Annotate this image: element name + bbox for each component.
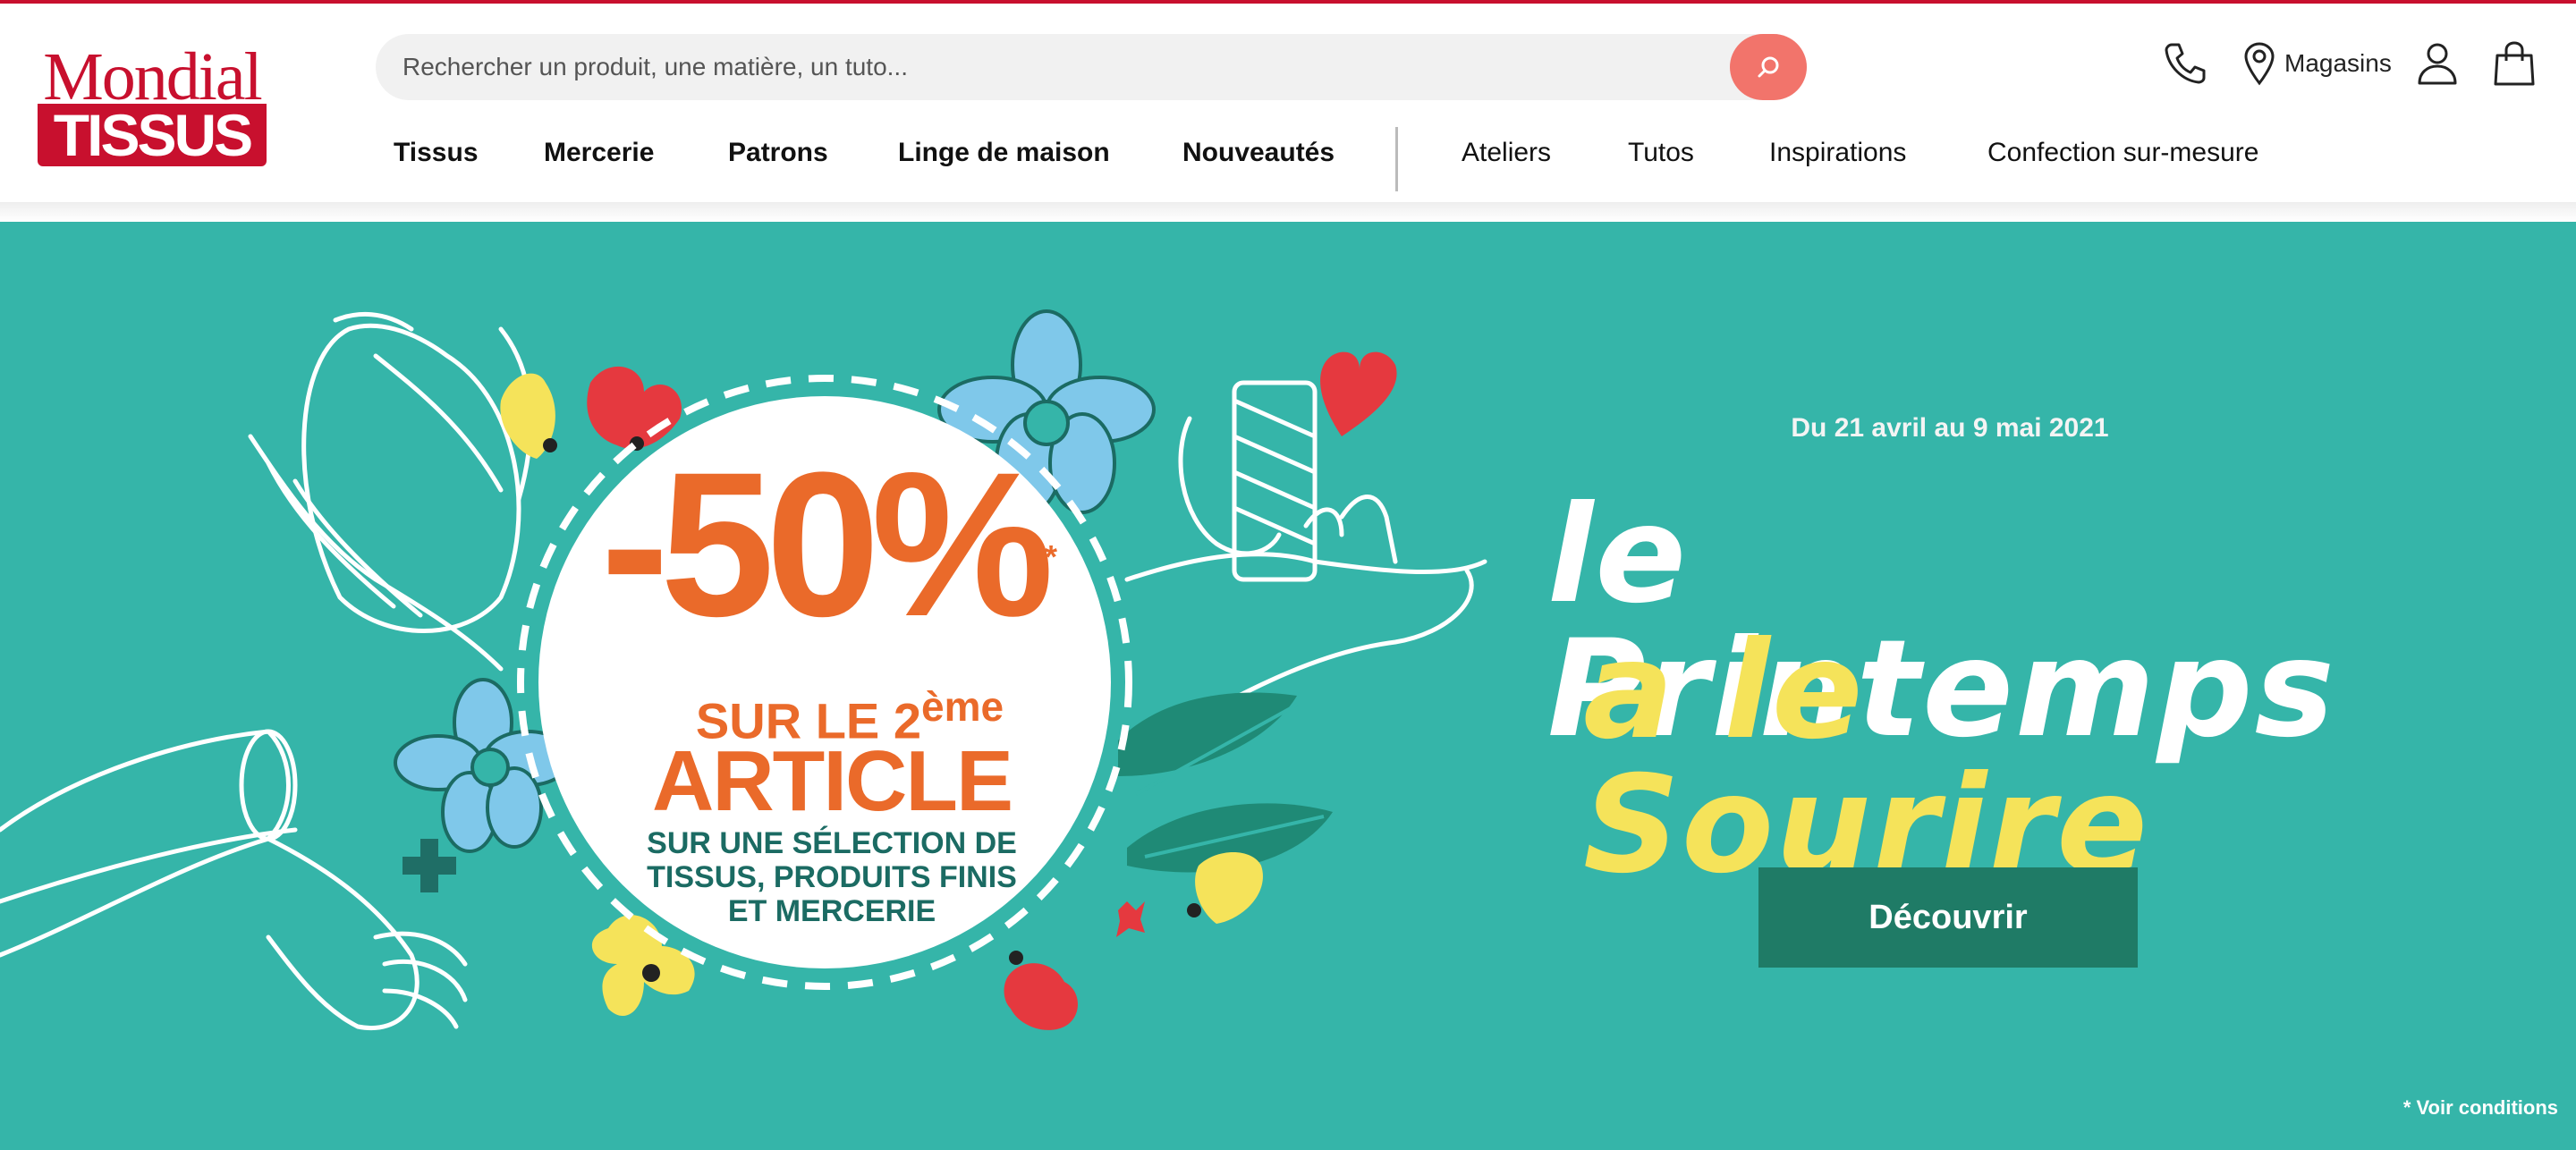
discount-percent: -50% bbox=[600, 429, 1055, 659]
discount-asterisk: * bbox=[1045, 538, 1058, 575]
nav-item-inspirations[interactable]: Inspirations bbox=[1769, 138, 1906, 168]
second-article-suffix: ème bbox=[920, 683, 1004, 730]
selection-line-2: TISSUS, PRODUITS FINIS bbox=[647, 860, 1017, 894]
shopping-bag-icon bbox=[2494, 41, 2535, 86]
main-navigation: Tissus Mercerie Patrons Linge de maison … bbox=[0, 120, 2576, 195]
nav-item-mercerie[interactable]: Mercerie bbox=[544, 138, 654, 168]
search-icon bbox=[1758, 56, 1779, 78]
stores-link[interactable]: Magasins bbox=[2243, 41, 2392, 86]
search-bar bbox=[376, 34, 1807, 100]
search-button[interactable] bbox=[1730, 34, 1807, 100]
hero-banner[interactable]: -50% * SUR LE 2ème ARTICLE SUR UNE SÉLEC… bbox=[0, 222, 2576, 1150]
phone-button[interactable] bbox=[2165, 41, 2206, 84]
site-header: Mondial TISSUS Magasins bbox=[0, 4, 2576, 202]
discount-article: ARTICLE bbox=[652, 733, 1013, 829]
nav-item-nouveautes[interactable]: Nouveautés bbox=[1182, 138, 1335, 168]
nav-item-tutos[interactable]: Tutos bbox=[1628, 138, 1694, 168]
header-shadow bbox=[0, 202, 2576, 222]
nav-item-linge-de-maison[interactable]: Linge de maison bbox=[898, 138, 1110, 168]
user-icon bbox=[2418, 43, 2457, 85]
stores-label: Magasins bbox=[2284, 49, 2392, 77]
conditions-link[interactable]: * Voir conditions bbox=[2361, 1096, 2558, 1120]
selection-line-3: ET MERCERIE bbox=[727, 894, 936, 928]
logo-text-mondial: Mondial bbox=[43, 39, 263, 114]
nav-item-tissus[interactable]: Tissus bbox=[394, 138, 479, 168]
location-pin-icon bbox=[2244, 42, 2275, 86]
discover-button[interactable]: Découvrir bbox=[1758, 867, 2138, 968]
nav-divider bbox=[1395, 127, 1398, 191]
account-button[interactable] bbox=[2417, 41, 2458, 86]
cart-button[interactable] bbox=[2494, 41, 2535, 86]
nav-item-patrons[interactable]: Patrons bbox=[728, 138, 828, 168]
nav-item-confection-sur-mesure[interactable]: Confection sur-mesure bbox=[1987, 138, 2258, 168]
promo-dates: Du 21 avril au 9 mai 2021 bbox=[1791, 413, 2109, 443]
search-input[interactable] bbox=[402, 34, 1708, 100]
headline-line-2: a le Sourire bbox=[1583, 613, 2149, 903]
nav-item-ateliers[interactable]: Ateliers bbox=[1462, 138, 1551, 168]
selection-line-1: SUR UNE SÉLECTION DE bbox=[647, 826, 1017, 860]
discount-selection: SUR UNE SÉLECTION DE TISSUS, PRODUITS FI… bbox=[599, 826, 1064, 928]
phone-icon bbox=[2165, 43, 2206, 84]
